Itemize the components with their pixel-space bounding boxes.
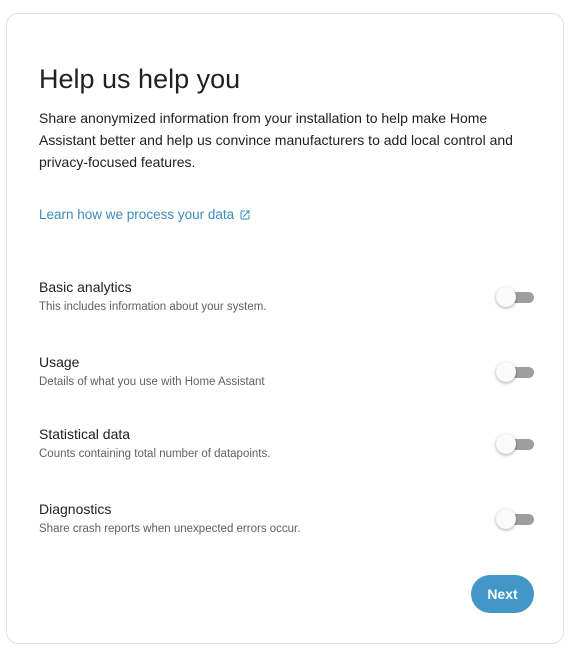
diagnostics-toggle[interactable] — [496, 509, 534, 529]
next-button[interactable]: Next — [471, 575, 534, 613]
option-diagnostics: Diagnostics Share crash reports when une… — [39, 501, 534, 541]
page-title: Help us help you — [39, 64, 241, 94]
option-usage: Usage Details of what you use with Home … — [39, 354, 534, 394]
option-basic-analytics: Basic analytics This includes informatio… — [39, 279, 534, 319]
option-description: Details of what you use with Home Assist… — [39, 376, 265, 388]
usage-toggle[interactable] — [496, 362, 534, 382]
learn-more-link[interactable]: Learn how we process your data — [39, 207, 251, 222]
analytics-card: Help us help you Share anonymized inform… — [6, 13, 564, 644]
intro-description: Share anonymized information from your i… — [39, 110, 513, 170]
option-description: Share crash reports when unexpected erro… — [39, 523, 301, 535]
toggle-thumb — [496, 509, 516, 529]
toggle-thumb — [496, 287, 516, 307]
toggle-thumb — [496, 434, 516, 454]
option-label: Basic analytics — [39, 279, 132, 295]
option-label: Statistical data — [39, 426, 131, 442]
statistical-data-toggle[interactable] — [496, 434, 534, 454]
option-description: This includes information about your sys… — [39, 301, 267, 313]
learn-more-label: Learn how we process your data — [39, 207, 235, 222]
option-statistical-data: Statistical data Counts containing total… — [39, 426, 534, 466]
toggle-thumb — [496, 362, 516, 382]
option-description: Counts containing total number of datapo… — [39, 448, 271, 460]
option-label: Diagnostics — [39, 501, 112, 517]
open-in-new-icon — [239, 209, 251, 221]
basic-analytics-toggle[interactable] — [496, 287, 534, 307]
option-label: Usage — [39, 354, 80, 370]
